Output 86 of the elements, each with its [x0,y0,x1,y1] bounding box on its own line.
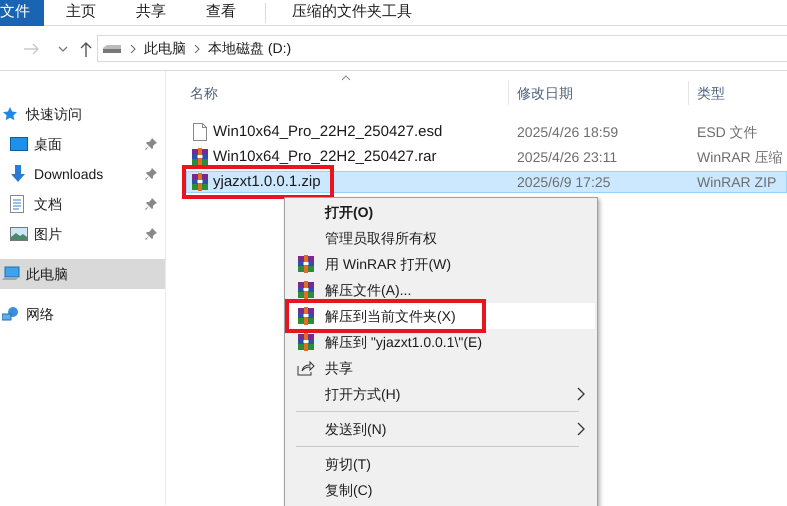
menu-label: 管理员取得所有权 [325,228,437,248]
archive-icon [297,333,315,351]
file-date: 2025/4/26 23:11 [516,148,618,166]
file-row[interactable]: Win10x64_Pro_22H2_250427.rar 2025/4/26 23:11 WinRAR 压缩 [186,146,787,168]
menu-item[interactable]: 解压到 "yjazxt1.0.0.1\"(E) [287,329,595,355]
network-icon [2,306,20,322]
winrar-icon [191,148,209,166]
nav-item[interactable]: 图片 [0,219,165,249]
menu-item[interactable]: 复制(C) [287,477,595,503]
menu-item[interactable]: 用 WinRAR 打开(W) [287,251,595,277]
column-header[interactable]: 修改日期 [508,81,688,105]
nav-item[interactable]: 此电脑 [0,259,165,289]
dropdown-caret-icon[interactable] [58,46,68,52]
address-bar[interactable]: 此电脑 本地磁盘 (D:) [97,35,787,62]
file-name: Win10x64_Pro_22H2_250427.rar [213,146,438,167]
chevron-right-icon [577,387,585,401]
share-icon [297,360,315,376]
down-arrow-icon [10,165,26,183]
breadcrumb-item[interactable]: 此电脑 [144,38,186,59]
archive-icon [297,307,315,325]
star-icon [2,106,18,122]
ribbon-tab[interactable]: 查看 [194,0,248,26]
pin-icon[interactable] [145,228,157,240]
menu-label: 打开方式(H) [325,384,400,404]
menu-item[interactable]: 管理员取得所有权 [287,225,595,251]
archive-icon [297,255,315,273]
menu-item[interactable]: 剪切(T) [287,451,595,477]
pin-icon[interactable] [145,138,157,150]
menu-item[interactable]: 打开(O) [287,199,595,225]
file-date: 2025/6/9 17:25 [516,172,612,192]
pin-icon[interactable] [145,198,157,210]
desktop-icon [10,137,28,151]
nav-label: 桌面 [34,134,62,154]
file-name: Win10x64_Pro_22H2_250427.esd [213,122,444,142]
file-row[interactable]: yjazxt1.0.0.1.zip 2025/6/9 17:25 WinRAR ZIP [186,171,787,193]
file-row[interactable]: Win10x64_Pro_22H2_250427.esd 2025/4/26 18:59 ESD 文件 [186,121,787,143]
file-type: WinRAR 压缩 [696,148,783,166]
menu-item[interactable]: 发送到(N) [287,416,595,442]
menu-label: 发送到(N) [325,420,386,439]
nav-item[interactable]: 桌面 [0,129,165,159]
ribbon-tab[interactable]: 共享 [124,0,178,26]
menu-label: 共享 [325,358,353,378]
chevron-right-icon [130,44,136,54]
winrar-icon [191,173,209,191]
column-header[interactable]: 类型 [688,81,787,105]
file-name: yjazxt1.0.0.1.zip [213,172,322,192]
chevron-right-icon [577,422,585,436]
menu-label: 解压到当前文件夹(X) [325,306,456,326]
menu-item[interactable]: 解压文件(A)... [287,277,595,303]
document-icon [10,195,24,213]
nav-item[interactable]: 快速访问 [0,99,165,129]
computer-icon [2,266,20,282]
nav-label: 图片 [34,224,62,244]
menu-label: 打开(O) [325,202,374,222]
pin-icon[interactable] [145,168,157,180]
nav-label: 快速访问 [26,104,82,124]
menu-item[interactable]: 打开方式(H) [287,381,595,407]
ribbon-tab[interactable]: 主页 [54,0,108,26]
menu-label: 复制(C) [325,480,372,500]
chevron-right-icon [194,44,200,54]
menu-label: 解压到 "yjazxt1.0.0.1\"(E) [325,332,482,352]
file-type: ESD 文件 [696,122,758,142]
file-date: 2025/4/26 18:59 [516,122,620,142]
file-type: WinRAR ZIP [696,172,776,192]
menu-item[interactable]: 解压到当前文件夹(X) [287,303,595,329]
menu-label: 用 WinRAR 打开(W) [325,254,451,274]
drive-icon [102,44,122,54]
nav-label: Downloads [34,164,104,184]
ribbon-tab[interactable]: 文件 [0,0,44,26]
file-icon [192,123,208,141]
menu-label: 解压文件(A)... [325,280,412,300]
menu-item[interactable]: 共享 [287,355,595,381]
nav-item[interactable]: 网络 [0,299,165,329]
ribbon-tab[interactable]: 压缩的文件夹工具 [280,0,424,26]
nav-label: 此电脑 [26,264,68,284]
sort-ascending-icon [341,75,351,81]
archive-icon [297,281,315,299]
menu-label: 剪切(T) [325,454,371,474]
nav-item[interactable]: Downloads [0,159,165,189]
breadcrumb-item[interactable]: 本地磁盘 (D:) [208,38,292,59]
picture-icon [10,227,28,241]
column-header[interactable]: 名称 [166,81,508,105]
up-arrow-icon[interactable] [80,40,92,56]
nav-label: 文档 [34,194,62,214]
nav-item[interactable]: 文档 [0,189,165,219]
nav-label: 网络 [26,304,54,324]
